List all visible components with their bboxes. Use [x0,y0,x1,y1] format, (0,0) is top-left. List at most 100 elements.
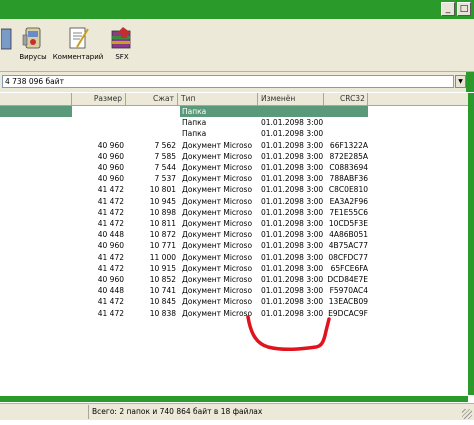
table-row[interactable]: 41 472 11 000 Документ Microsoft... 01.01.2… [0,252,468,263]
cell-packed: 10 898 [149,207,176,217]
cell-crc: EA3A2F96 [329,196,368,206]
status-divider [88,405,89,419]
cell-type: Документ Microsoft... [182,207,252,217]
cell-crc: 10CD5F3E [328,219,368,228]
table-row[interactable]: Папка 01.01.2098 3:00 [0,128,468,139]
cell-crc: 872E285A [329,151,369,161]
cell-modified: 01.01.2098 3:00 [261,263,323,273]
minimize-button[interactable]: _ [441,2,455,16]
cell-type: Документ Microsoft... [182,140,252,150]
toolbar-button-partial[interactable] [0,25,14,69]
cell-modified: 01.01.2098 3:00 [261,252,323,262]
column-header-type[interactable]: Тип [178,93,258,105]
cell-type: Документ Microsoft... [182,275,252,284]
sfx-icon [111,27,131,49]
cell-modified: 01.01.2098 3:00 [261,118,323,128]
table-row[interactable]: Папка [0,106,468,117]
cell-crc: 13EACB09 [328,297,368,307]
cell-size: 41 472 [97,219,124,228]
cell-crc: 788ABF36 [329,174,368,184]
table-row[interactable]: 40 960 10 852 Документ Microsoft... 01.01.2… [0,274,468,285]
resize-grip[interactable] [462,409,472,419]
cell-type: Документ Microsoft... [182,241,252,251]
table-row[interactable]: 40 960 7 537 Документ Microsoft... 01.01.20… [0,173,468,184]
cell-type: Документ Microsoft... [182,252,252,262]
table-row[interactable]: 41 472 10 845 Документ Microsoft... 01.01.2… [0,296,468,307]
cell-crc: 7E1E55C6 [329,207,368,217]
frame-edge [466,72,474,92]
table-row[interactable]: Папка 01.01.2098 3:00 [0,117,468,128]
cell-crc: 4B75AC77 [328,241,368,251]
column-header-packed[interactable]: Сжат [126,93,178,105]
frame-edge-bottom [0,396,468,402]
address-bar: 4 738 096 байт ▼ [0,72,474,92]
table-row[interactable]: 40 960 7 544 Документ Microsoft... 01.01.20… [0,162,468,173]
cell-packed: 7 562 [154,140,176,150]
cell-packed: 7 585 [154,151,176,161]
file-list[interactable]: Размер Сжат Тип Изменён CRC32 Папка Папка… [0,93,468,395]
table-row[interactable]: 41 47210 838Документ Microsoft...01.01.2… [0,308,468,319]
cell-packed: 10 741 [149,286,176,296]
column-header-modified[interactable]: Изменён [258,93,324,105]
column-header-name[interactable] [0,93,72,105]
virus-scan-button[interactable]: Вирусы [18,25,48,69]
table-row[interactable]: 41 472 10 945 Документ Microsoft... 01.01.2… [0,196,468,207]
cell-packed: 11 000 [149,252,176,262]
table-row[interactable]: 40 448 10 741 Документ Microsoft... 01.01.2… [0,285,468,296]
cell-type: Документ Microsoft... [182,219,252,228]
cell-type: Документ Microsoft... [182,297,252,307]
table-row[interactable]: 41 472 10 898 Документ Microsoft... 01.01.2… [0,207,468,218]
table-row[interactable]: 41 472 10 811 Документ Microsoft... 01.01.2… [0,218,468,229]
cell-size: 41 472 [97,207,124,217]
address-field[interactable]: 4 738 096 байт [2,75,454,88]
cell-modified: 01.01.2098 3:00 [261,185,323,195]
cell-size: 41 472 [97,263,124,273]
cell-packed: 7 544 [154,163,176,172]
maximize-button[interactable]: □ [457,2,471,16]
cell-modified: 01.01.2098 3:00 [261,163,323,172]
chevron-down-icon[interactable]: ▼ [455,75,466,88]
cell-type: Папка [182,129,207,139]
cell-modified: 01.01.2098 3:00 [261,219,323,228]
cell-size: 40 960 [97,174,124,184]
cell-size: 40 960 [97,163,124,172]
cell-size: 41 472 [97,297,124,307]
cell-crc: C0883694 [329,163,368,172]
cell-modified: 01.01.2098 3:00 [261,230,323,240]
table-row[interactable]: 40 960 7 562 Документ Microsoft... 01.01.20… [0,140,468,151]
sfx-button[interactable]: SFX [108,25,136,69]
cell-crc: 08CFDC77 [328,252,368,262]
table-row[interactable]: 40 960 7 585 Документ Microsoft... 01.01.20… [0,151,468,162]
column-header: Размер Сжат Тип Изменён CRC32 [0,93,468,106]
cell-size: 41 472 [97,252,124,262]
table-row[interactable]: 41 472 10 801 Документ Microsoft... 01.01.2… [0,184,468,195]
virus-scan-icon [22,27,41,49]
cell-modified: 01.01.2098 3:00 [261,196,323,206]
cell-size: 41 472 [97,308,124,318]
cell-modified: 01.01.2098 3:00 [261,151,323,161]
comment-label: Комментарий [52,53,104,61]
comment-button[interactable]: Комментарий [52,25,104,69]
cell-crc: C8C0E810 [328,185,368,195]
cell-modified: 01.01.2098 3:00 [261,275,323,284]
cell-size: 41 472 [97,185,124,195]
cell-type: Документ Microsoft... [182,174,252,184]
cell-size: 40 960 [97,151,124,161]
cell-packed: 10 801 [149,185,176,195]
cell-type: Документ Microsoft... [182,263,252,273]
table-row[interactable]: 41 472 10 915 Документ Microsoft... 01.01.2… [0,263,468,274]
column-header-size[interactable]: Размер [72,93,126,105]
cell-packed: 10 872 [149,230,176,240]
status-text: Всего: 2 папок и 740 864 байт в 18 файла… [92,407,263,416]
cell-size: 40 960 [97,275,124,284]
cell-size: 40 960 [97,241,124,251]
table-row[interactable]: 40 448 10 872 Документ Microsoft... 01.01.2… [0,229,468,240]
cell-modified: 01.01.2098 3:00 [261,241,323,251]
cell-type: Документ Microsoft... [182,230,252,240]
status-bar: Всего: 2 папок и 740 864 байт в 18 файла… [0,403,474,420]
table-row[interactable]: 40 960 10 771 Документ Microsoft... 01.01.2… [0,240,468,251]
red-underline-annotation [246,315,331,352]
cell-crc: DCD84E7E [327,275,368,284]
cell-type: Документ Microsoft... [182,196,252,206]
column-header-crc[interactable]: CRC32 [324,93,368,105]
